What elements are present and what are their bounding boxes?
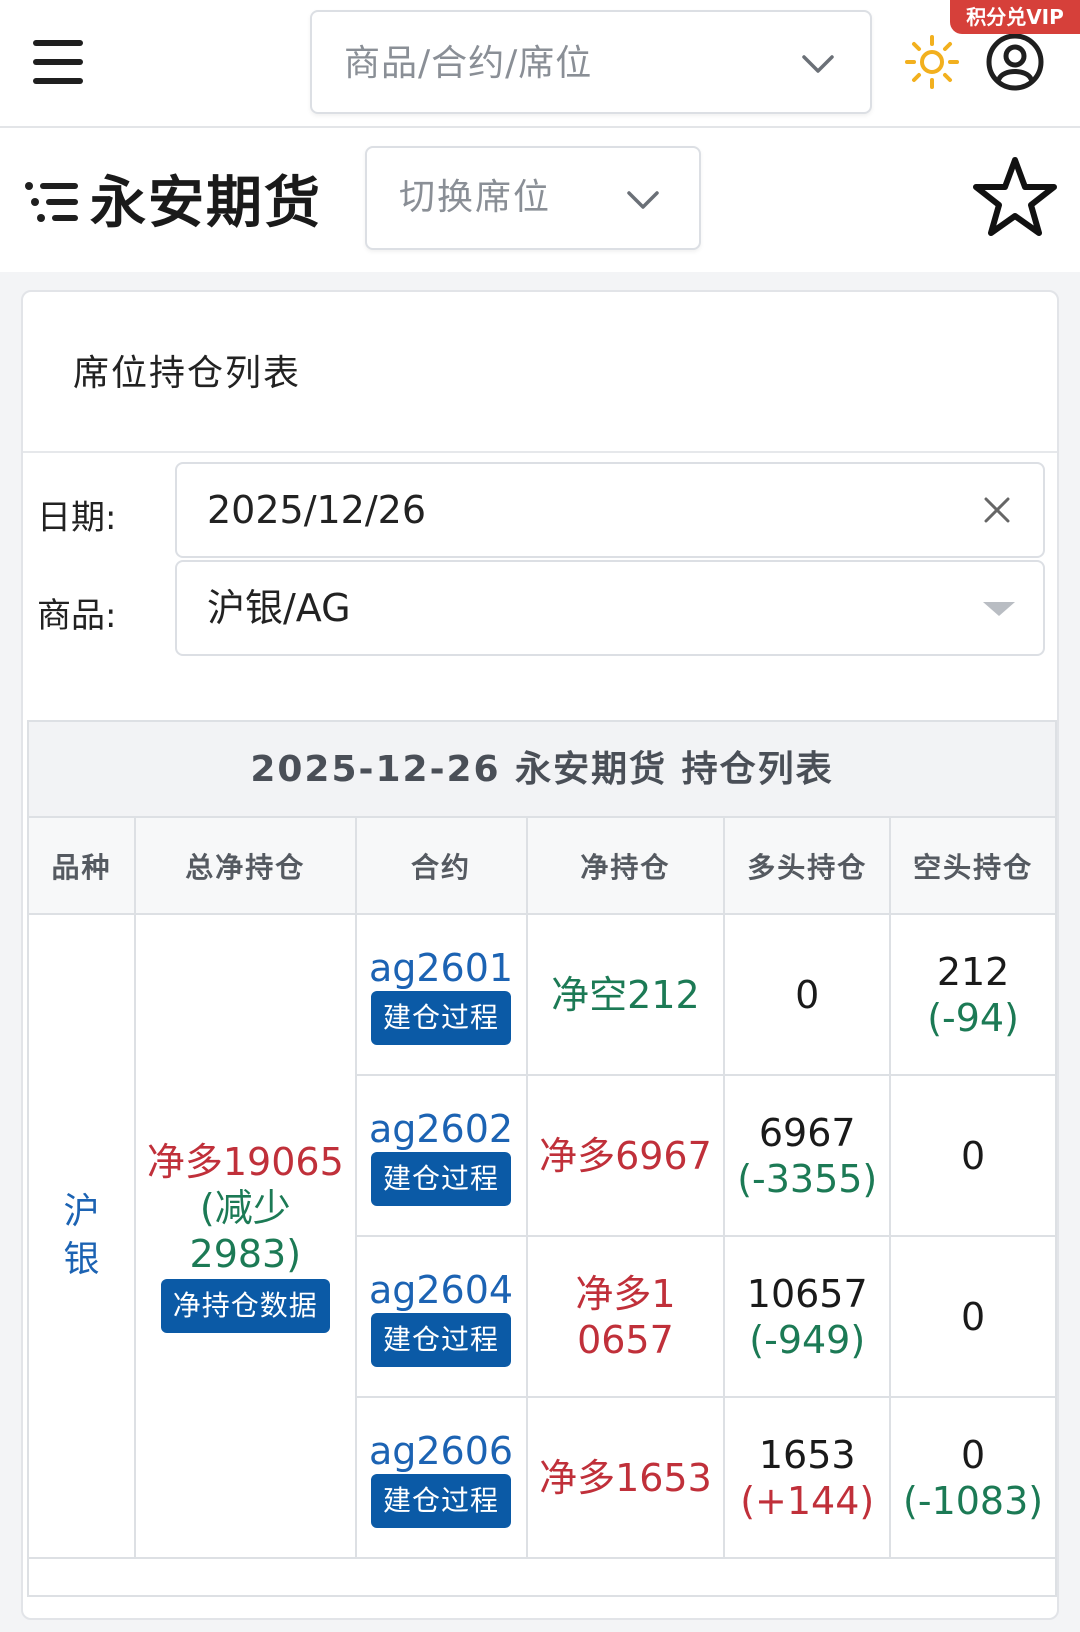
product-value: 沪银/AG <box>207 586 351 630</box>
card-title: 席位持仓列表 <box>73 353 302 394</box>
long-change: (-3355) <box>737 1156 878 1201</box>
short-cell: 0 <box>889 1235 1055 1398</box>
total-net-value: 净多19065 <box>146 1140 344 1184</box>
long-cell: 10657 (-949) <box>723 1235 892 1398</box>
long-cell: 0 <box>723 913 892 1076</box>
header-variety: 品种 <box>29 818 137 915</box>
build-process-button[interactable]: 建仓过程 <box>371 1312 512 1367</box>
position-table: 2025-12-26 永安期货 持仓列表 品种 总净持仓 合约 净持仓 多头持仓… <box>27 720 1057 1597</box>
long-cell: 1653 (+144) <box>723 1396 892 1559</box>
date-label: 日期: <box>37 498 117 538</box>
short-cell: 0 (-1083) <box>889 1396 1055 1559</box>
top-bar: 商品/合约/席位 积分兑VIP <box>0 0 1080 128</box>
short-value: 0 <box>960 1133 986 1178</box>
contract-link[interactable]: ag2604 <box>357 1267 526 1313</box>
variety-name: 沪银 <box>63 1191 100 1280</box>
header-net: 净持仓 <box>525 818 726 915</box>
sun-icon[interactable] <box>904 34 960 90</box>
long-value: 1653 <box>758 1432 856 1477</box>
date-value: 2025/12/26 <box>207 488 427 532</box>
net-position-value: 净多10657 <box>575 1271 676 1362</box>
short-value: 212 <box>936 949 1010 994</box>
list-icon[interactable] <box>24 180 80 224</box>
contract-cell: ag2601 建仓过程 <box>354 913 528 1076</box>
user-avatar-icon[interactable] <box>985 32 1045 92</box>
favorite-star-icon[interactable] <box>972 154 1058 240</box>
short-cell: 212 (-94) <box>889 913 1055 1076</box>
contract-link[interactable]: ag2606 <box>357 1428 526 1474</box>
contract-link[interactable]: ag2601 <box>357 945 526 991</box>
long-value: 10657 <box>746 1271 868 1316</box>
build-process-button[interactable]: 建仓过程 <box>371 1473 512 1528</box>
search-placeholder: 商品/合约/席位 <box>344 43 593 84</box>
net-position-cell: 净空212 <box>525 913 726 1076</box>
short-value: 0 <box>960 1294 986 1339</box>
short-cell: 0 <box>889 1074 1055 1237</box>
net-position-cell: 净多6967 <box>525 1074 726 1237</box>
long-value: 0 <box>795 972 820 1017</box>
long-cell: 6967 (-3355) <box>723 1074 892 1237</box>
header-contract: 合约 <box>354 818 528 915</box>
total-net-change: (减少 <box>199 1186 291 1230</box>
caret-down-icon <box>983 602 1015 616</box>
seat-select[interactable]: 切换席位 <box>365 146 701 250</box>
total-net-change-value: 2983) <box>189 1232 302 1276</box>
variety-cell: 沪银 <box>29 913 137 1559</box>
divider <box>23 451 1057 453</box>
broker-bar: 永安期货 切换席位 <box>0 128 1080 272</box>
build-process-button[interactable]: 建仓过程 <box>371 1151 512 1206</box>
header-long: 多头持仓 <box>723 818 892 915</box>
long-change: (+144) <box>740 1478 875 1523</box>
net-position-cell: 净多1653 <box>525 1396 726 1559</box>
close-icon[interactable] <box>981 494 1013 526</box>
contract-cell: ag2604 建仓过程 <box>355 1235 528 1398</box>
search-select[interactable]: 商品/合约/席位 <box>310 10 872 114</box>
net-position-data-button[interactable]: 净持仓数据 <box>160 1279 330 1333</box>
product-label: 商品: <box>37 596 117 636</box>
short-change: (-94) <box>927 995 1019 1040</box>
header-total-net: 总净持仓 <box>134 818 357 915</box>
long-value: 6967 <box>758 1110 856 1155</box>
contract-link[interactable]: ag2602 <box>357 1106 526 1152</box>
menu-icon[interactable] <box>33 40 85 84</box>
position-card: 席位持仓列表 日期: 2025/12/26 商品: 沪银/AG 2025-12-… <box>21 290 1059 1620</box>
date-field[interactable]: 2025/12/26 <box>175 462 1045 558</box>
chevron-down-icon <box>627 191 659 209</box>
table-caption: 2025-12-26 永安期货 持仓列表 <box>29 722 1055 818</box>
contract-cell: ag2602 建仓过程 <box>355 1074 528 1237</box>
short-value: 0 <box>960 1432 986 1477</box>
broker-name: 永安期货 <box>90 171 322 236</box>
net-position-cell: 净多10657 <box>525 1235 726 1398</box>
product-select[interactable]: 沪银/AG <box>175 560 1045 656</box>
table-header-row: 品种 总净持仓 合约 净持仓 多头持仓 空头持仓 <box>29 818 1055 915</box>
vip-badge[interactable]: 积分兑VIP <box>950 0 1080 34</box>
chevron-down-icon <box>802 55 834 73</box>
table-row: 沪银 净多19065 (减少 2983) 净持仓数据 ag2601 建仓过程 净… <box>29 913 1055 1559</box>
header-short: 空头持仓 <box>889 818 1055 915</box>
seat-placeholder: 切换席位 <box>399 177 552 218</box>
short-change: (-1083) <box>903 1478 1044 1523</box>
contract-cell: ag2606 建仓过程 <box>355 1396 528 1559</box>
total-net-cell: 净多19065 (减少 2983) 净持仓数据 <box>134 913 357 1559</box>
build-process-button[interactable]: 建仓过程 <box>371 990 512 1045</box>
long-change: (-949) <box>749 1317 866 1362</box>
